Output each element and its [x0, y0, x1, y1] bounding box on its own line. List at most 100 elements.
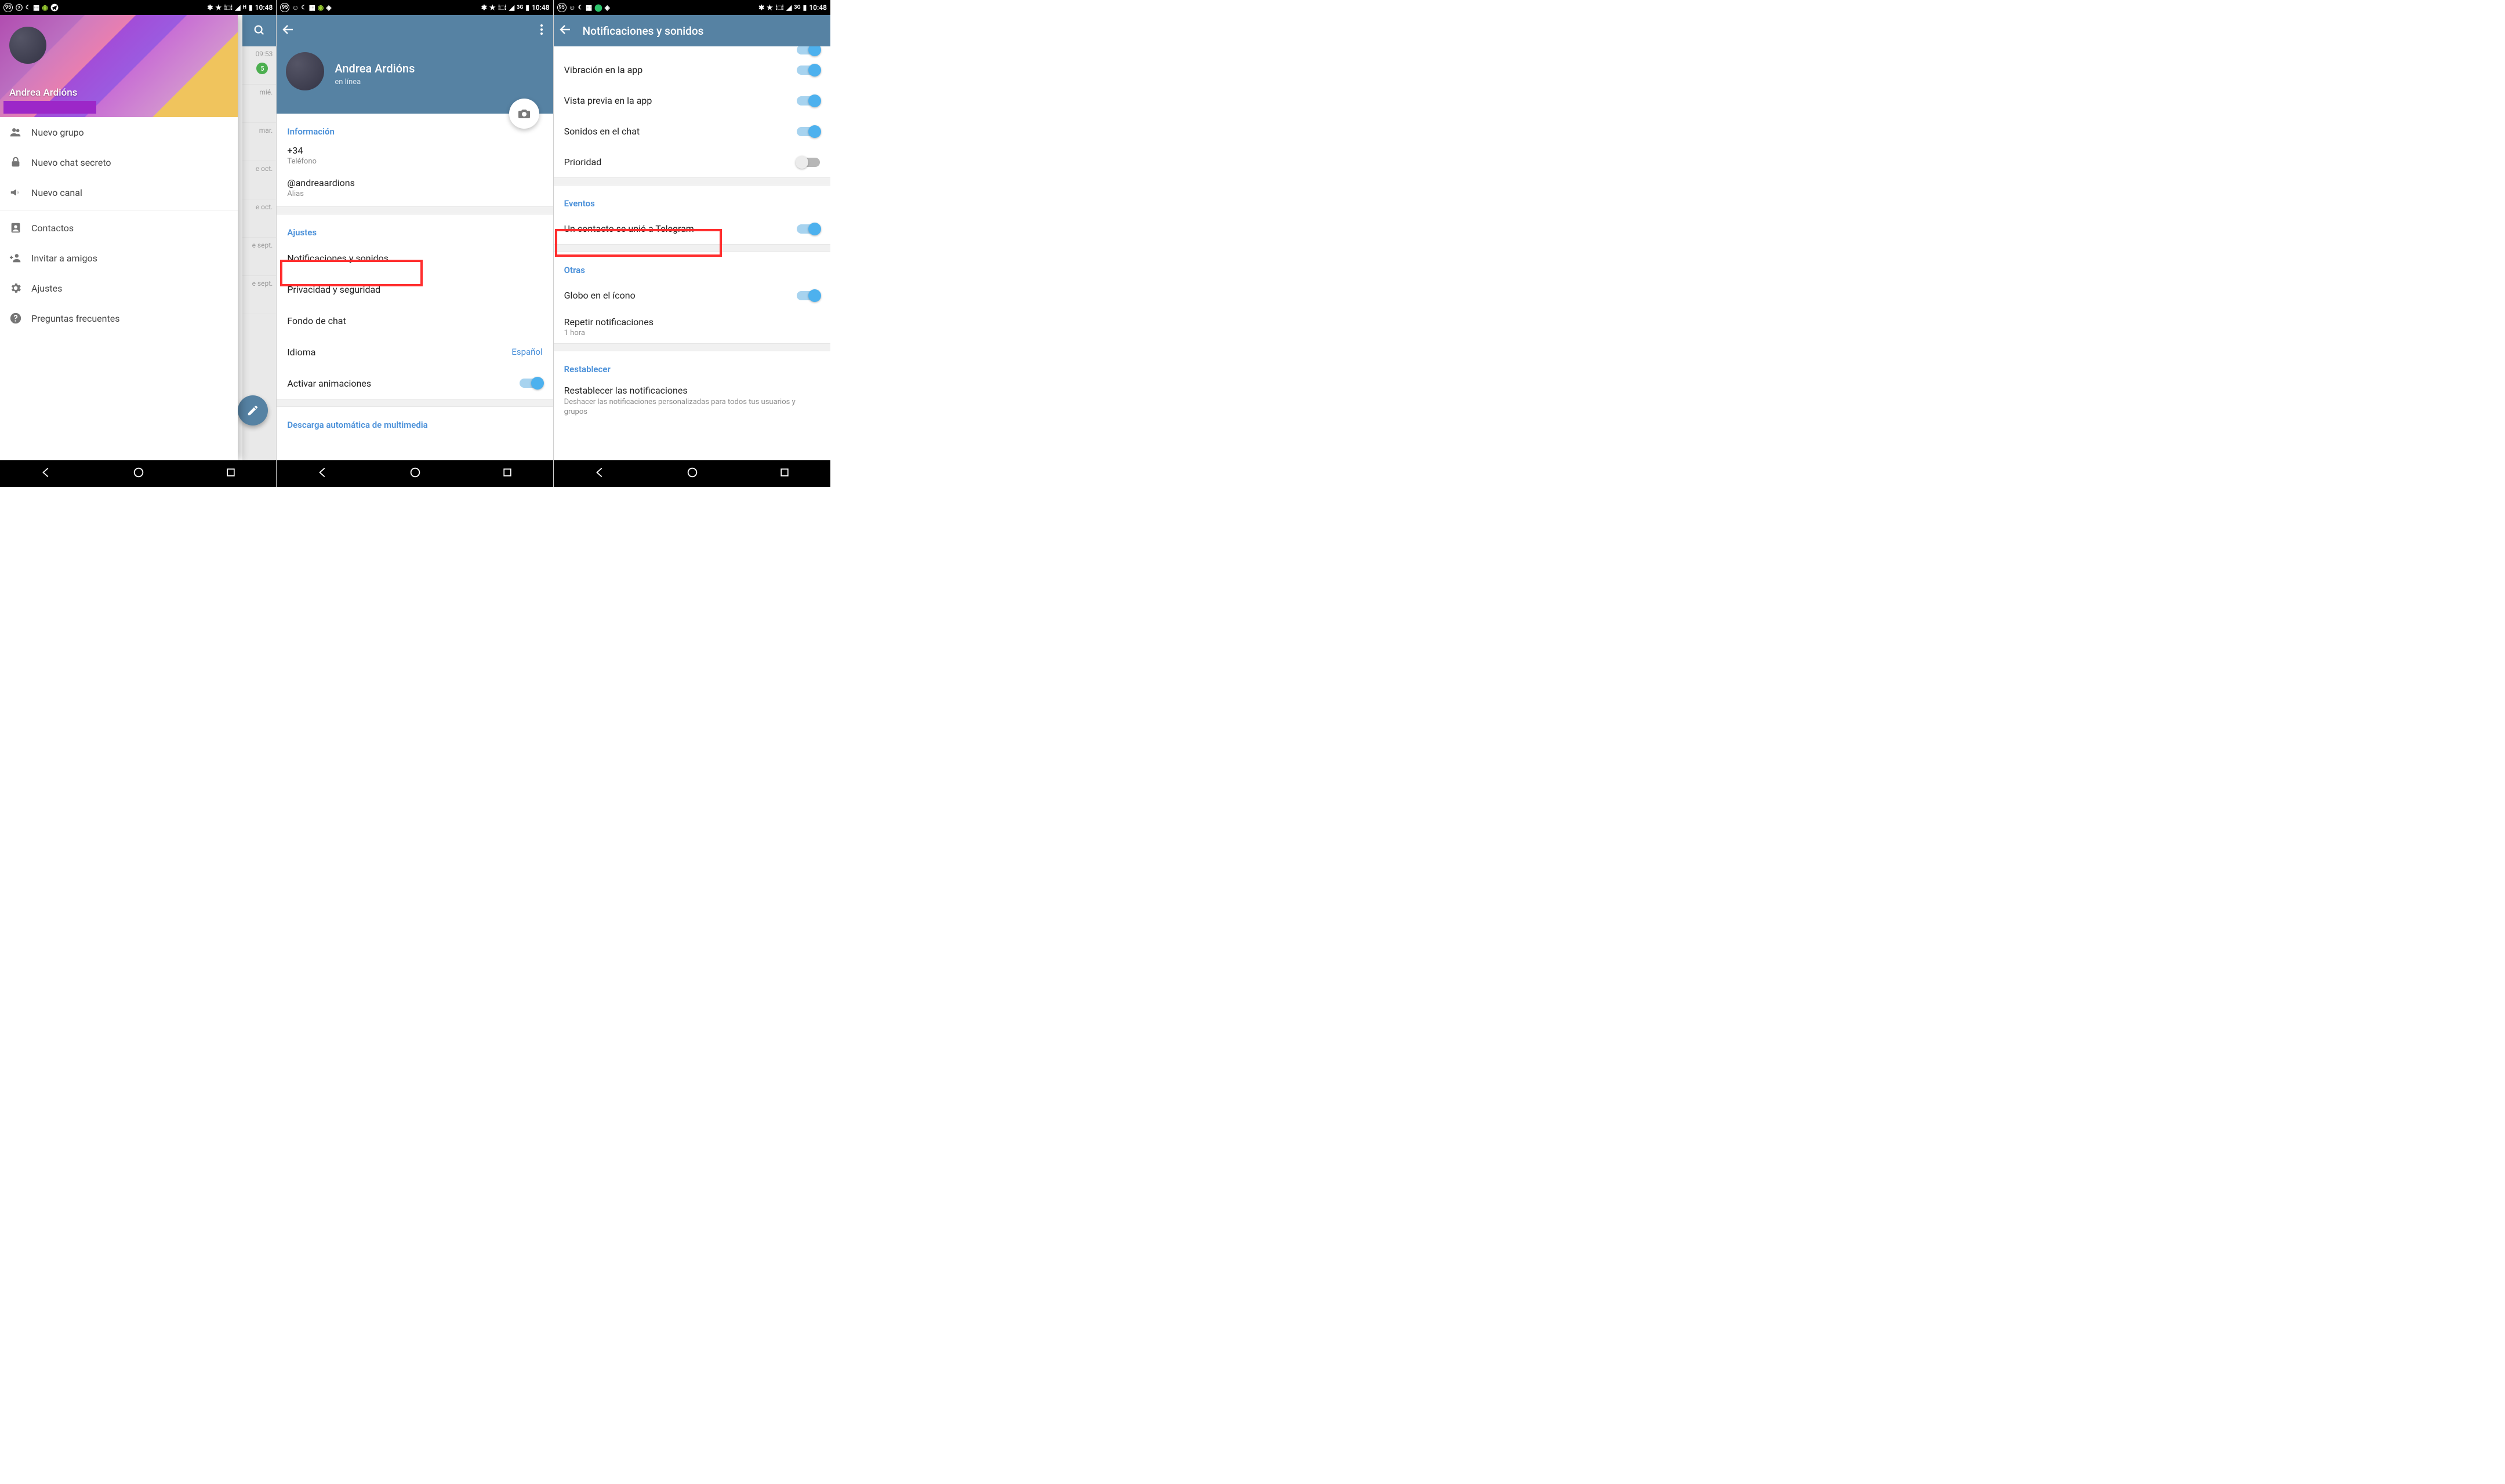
android-nav-bar: [0, 460, 276, 487]
toolbar: Notificaciones y sonidos: [554, 15, 830, 46]
nav-home-icon[interactable]: [409, 466, 422, 481]
phone-row[interactable]: +34 Teléfono: [277, 141, 553, 174]
toggle-switch[interactable]: [797, 46, 820, 54]
profile-header: Andrea Ardións en línea: [277, 15, 553, 114]
back-icon[interactable]: [281, 23, 295, 39]
row-privacy[interactable]: Privacidad y seguridad: [277, 274, 553, 305]
row-repeat[interactable]: Repetir notificaciones 1 hora: [554, 311, 830, 343]
drawer-item-new-channel[interactable]: Nuevo canal: [0, 177, 238, 208]
drawer-item-contacts[interactable]: Contactos: [0, 213, 238, 243]
row-language[interactable]: Idioma Español: [277, 336, 553, 368]
camera-fab[interactable]: [509, 99, 539, 129]
status-bar: 95 ☾ ▦ ◉ ✱ ★ ⁞□⁞ ◢ H ▮ 10:48: [0, 0, 276, 15]
new-message-fab[interactable]: [238, 395, 268, 425]
drawer-item-settings[interactable]: Ajustes: [0, 273, 238, 303]
gear-icon: [9, 282, 31, 294]
notif-count-badge: 95: [280, 3, 289, 12]
screen-profile: 95 ☺ ☾ ▦ ◉ ◈ ✱ ★ ⁞□⁞ ◢ 3G ▮ 10:48: [277, 0, 553, 487]
alias-row[interactable]: @andreaardions Alias: [277, 174, 553, 206]
weather-icon: ☾: [578, 5, 583, 11]
drawer-item-label: Ajustes: [31, 283, 62, 294]
telegram-icon: ◈: [326, 3, 331, 12]
nav-back-icon[interactable]: [317, 466, 329, 481]
star-icon: ★: [215, 3, 222, 12]
megaphone-icon: [9, 186, 31, 199]
whatsapp-icon: ☺: [569, 3, 576, 12]
row-label: Repetir notificaciones: [564, 317, 654, 328]
toggle-switch[interactable]: [797, 158, 820, 167]
row-preview[interactable]: Vista previa en la app: [554, 85, 830, 116]
toggle-switch[interactable]: [520, 379, 543, 388]
section-autodownload: Descarga automática de multimedia: [277, 407, 553, 430]
nav-back-icon[interactable]: [40, 466, 53, 481]
signal-icon: ◢: [235, 3, 240, 12]
battery-icon: ▮: [249, 3, 253, 12]
section-reset: Restablecer: [554, 351, 830, 379]
row-contact-joined[interactable]: Un contacto se unió a Telegram: [554, 213, 830, 244]
row-label: Activar animaciones: [287, 378, 519, 389]
toggle-switch[interactable]: [797, 96, 820, 106]
row-label: Notificaciones y sonidos: [287, 253, 542, 264]
nav-recent-icon[interactable]: [502, 467, 513, 481]
row-notifications[interactable]: Notificaciones y sonidos: [277, 242, 553, 274]
row-animations[interactable]: Activar animaciones: [277, 368, 553, 399]
help-icon: [9, 312, 31, 325]
clock: 10:48: [255, 3, 273, 12]
nav-home-icon[interactable]: [132, 466, 145, 481]
android-nav-bar: [277, 460, 553, 487]
nav-back-icon[interactable]: [594, 466, 607, 481]
battery-icon: ▮: [803, 3, 807, 12]
group-icon: [9, 126, 31, 139]
bluetooth-icon: ✱: [481, 3, 487, 12]
screen-drawer: 95 ☾ ▦ ◉ ✱ ★ ⁞□⁞ ◢ H ▮ 10:48: [0, 0, 277, 487]
row-vibration[interactable]: Vibración en la app: [554, 54, 830, 85]
more-icon[interactable]: [535, 23, 549, 39]
row-background[interactable]: Fondo de chat: [277, 305, 553, 336]
search-icon[interactable]: [253, 24, 266, 38]
row-label: Globo en el ícono: [564, 290, 797, 301]
signal-icon: ◢: [786, 3, 792, 12]
row-value: 1 hora: [564, 329, 585, 337]
avatar[interactable]: [9, 27, 46, 64]
weather-icon: ☾: [302, 5, 307, 11]
unread-badge: 5: [256, 63, 268, 74]
bluetooth-icon: ✱: [207, 3, 213, 12]
chatlist-partial: 09:535 mié. mar. e oct. e oct. e sept. e…: [242, 15, 276, 460]
row-badge[interactable]: Globo en el ícono: [554, 280, 830, 311]
phone-redacted: [3, 101, 96, 114]
row-value: Español: [511, 347, 542, 357]
android-icon: ◉: [318, 3, 324, 12]
profile-status: en línea: [335, 78, 361, 86]
drawer-item-new-group[interactable]: Nuevo grupo: [0, 117, 238, 147]
row-chat-sounds[interactable]: Sonidos en el chat: [554, 116, 830, 147]
star-icon: ★: [767, 3, 773, 12]
toggle-switch[interactable]: [797, 66, 820, 75]
row-priority[interactable]: Prioridad: [554, 147, 830, 177]
telegram-icon: ◈: [605, 3, 610, 12]
battery-icon: ▮: [525, 3, 529, 12]
drawer-item-label: Nuevo grupo: [31, 127, 84, 138]
contact-icon: [9, 221, 31, 234]
toggle-switch[interactable]: [797, 224, 820, 234]
drawer-item-label: Invitar a amigos: [31, 253, 97, 264]
user-name: Andrea Ardións: [9, 87, 77, 99]
back-icon[interactable]: [558, 23, 572, 39]
toggle-switch[interactable]: [797, 127, 820, 136]
avatar[interactable]: [286, 52, 324, 90]
row-label: Privacidad y seguridad: [287, 284, 542, 295]
toggle-switch[interactable]: [797, 291, 820, 300]
phone-label: Teléfono: [287, 157, 542, 166]
status-bar: 95 ☺ ☾ ▦ ⬤ ◈ ✱ ★ ⁞□⁞ ◢ 3G ▮ 10:48: [554, 0, 830, 15]
network-label: 3G: [517, 5, 523, 10]
nav-home-icon[interactable]: [686, 466, 699, 481]
bluetooth-icon: ✱: [758, 3, 764, 12]
nav-recent-icon[interactable]: [225, 467, 237, 481]
drawer-item-faq[interactable]: Preguntas frecuentes: [0, 303, 238, 333]
drawer-item-invite[interactable]: Invitar a amigos: [0, 243, 238, 273]
row-label: Prioridad: [564, 157, 797, 168]
telegram-icon: [50, 3, 59, 12]
drawer-item-new-secret-chat[interactable]: Nuevo chat secreto: [0, 147, 238, 177]
drawer-item-label: Preguntas frecuentes: [31, 313, 119, 324]
drawer-item-label: Nuevo canal: [31, 187, 82, 198]
nav-recent-icon[interactable]: [779, 467, 790, 481]
